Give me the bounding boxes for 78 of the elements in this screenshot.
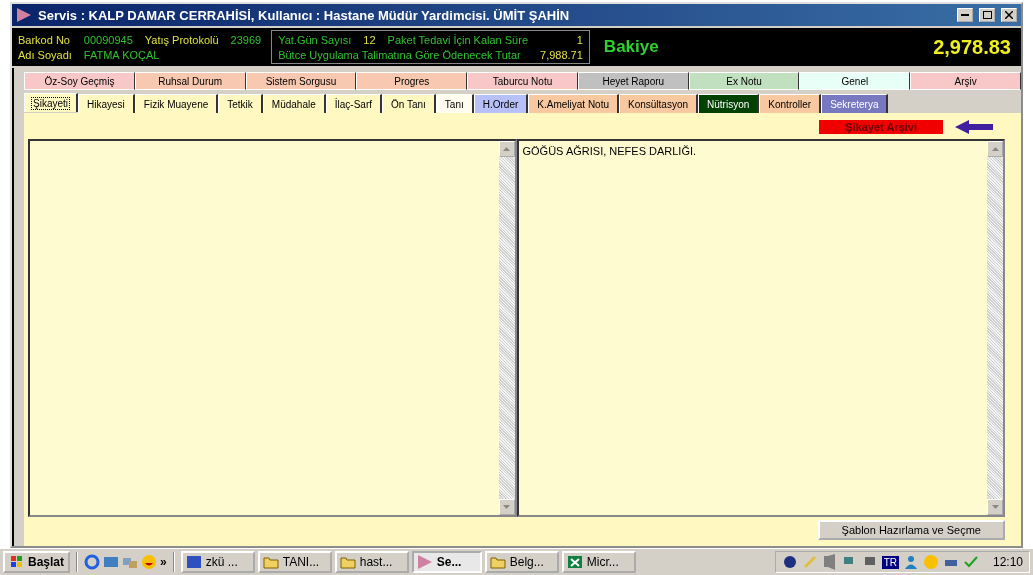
taskbar-button[interactable]: zkü ... <box>180 551 255 573</box>
user-icon <box>902 554 919 570</box>
minimize-button[interactable] <box>957 8 973 22</box>
down-arrow-icon <box>991 505 999 509</box>
field-label: Barkod No <box>18 33 71 46</box>
tab[interactable]: Hikayesi <box>78 94 135 113</box>
down-arrow-icon <box>503 505 510 509</box>
tab[interactable]: Nütrisyon <box>698 94 760 113</box>
tab[interactable]: Progres <box>356 72 468 90</box>
check-icon <box>962 554 979 570</box>
maximize-button[interactable] <box>979 8 995 22</box>
tab[interactable]: Öz-Soy Geçmiş <box>24 72 135 90</box>
app-icon <box>416 554 433 570</box>
start-button[interactable]: Başlat <box>3 551 71 573</box>
tab[interactable]: H.Order <box>473 94 529 113</box>
tab[interactable]: Ön Tanı <box>382 94 436 113</box>
maximize-icon <box>982 11 992 19</box>
tab[interactable]: Taburcu Notu <box>467 72 578 90</box>
tab[interactable]: Konsültasyon <box>619 94 699 113</box>
field-label: Adı Soyadı <box>18 48 72 61</box>
tab[interactable]: Tanı <box>435 94 474 113</box>
taskbar-button[interactable]: Micr... <box>561 551 636 573</box>
field-value: 00090945 <box>83 33 133 46</box>
scrollbar[interactable] <box>987 141 1003 515</box>
field-value: 7,988.71 <box>540 48 583 61</box>
close-button[interactable] <box>1001 8 1017 22</box>
folder-icon <box>489 554 506 570</box>
field-label: Yatış Protokolü <box>144 33 219 46</box>
balance-value: 2,978.83 <box>933 35 1011 59</box>
taskbar-button[interactable]: Belg... <box>484 551 559 573</box>
tab[interactable]: Ex Notu <box>688 72 800 90</box>
browser-icon <box>84 554 101 570</box>
tab[interactable]: Heyet Raporu <box>577 72 689 90</box>
taskbar-button[interactable]: TANI... <box>257 551 332 573</box>
scrollbar[interactable] <box>498 141 515 515</box>
spreadsheet-icon <box>566 554 583 570</box>
tab[interactable]: Ruhsal Durum <box>134 72 246 90</box>
field-value: 23969 <box>230 33 262 46</box>
scroll-down-button[interactable] <box>987 499 1003 515</box>
folder-icon <box>339 554 356 570</box>
clock: 12:10 <box>992 555 1023 569</box>
text-area[interactable]: GÖĞÜS AĞRISI, NEFES DARLIĞI. <box>516 139 1005 517</box>
language-indicator[interactable]: TR <box>881 555 899 569</box>
field-value: 1 <box>575 33 583 46</box>
tab[interactable]: İlaç-Sarf <box>325 94 382 113</box>
tab[interactable]: Fizik Muayene <box>134 94 219 113</box>
scroll-up-button[interactable] <box>987 141 1003 157</box>
tab[interactable]: Arşiv <box>910 72 1022 90</box>
window-title: Servis : KALP DAMAR CERRAHİSİ, Kullanıcı : Hastane Müdür Yardimcisi. ÜMİT ŞAHİN <box>38 7 571 23</box>
volume-icon <box>821 554 838 570</box>
windows-logo-icon <box>9 554 25 570</box>
close-icon <box>1005 11 1013 19</box>
scroll-up-button[interactable] <box>498 141 515 157</box>
field-label: Bütce Uygulama Talimatına Göre Ödenecek Tutar <box>278 48 522 61</box>
up-arrow-icon <box>503 147 510 151</box>
tab[interactable]: Sistem Sorgusu <box>245 72 357 90</box>
tab[interactable]: K.Ameliyat Notu <box>528 94 619 113</box>
up-arrow-icon <box>991 147 999 151</box>
field-label: Paket Tedavi İçin Kalan Süre <box>387 33 529 46</box>
more-button[interactable]: » <box>160 555 167 569</box>
tab[interactable]: Tetkik <box>218 94 263 113</box>
tab[interactable]: Genel <box>799 72 911 90</box>
folder-icon <box>262 554 279 570</box>
tab[interactable]: Müdahale <box>262 94 326 113</box>
tab[interactable]: Kontroller <box>759 94 822 113</box>
taskbar-button[interactable]: hast... <box>334 551 409 573</box>
scroll-down-button[interactable] <box>498 499 515 515</box>
minimize-icon <box>961 14 969 16</box>
balance-label: Bakiye <box>603 37 659 57</box>
field-value: FATMA KOÇAL <box>83 48 161 61</box>
app-icon <box>16 7 32 23</box>
field-value: 12 <box>363 33 376 46</box>
tab[interactable]: Şikayeti <box>24 93 78 112</box>
template-button[interactable]: Şablon Hazırlama ve Seçme <box>817 520 1005 540</box>
field-label: Yat.Gün Sayısı <box>278 33 352 46</box>
tab[interactable]: Sekreterya <box>821 94 889 113</box>
taskbar-button[interactable]: Se... <box>411 551 482 573</box>
arrow-left-icon <box>955 120 993 134</box>
